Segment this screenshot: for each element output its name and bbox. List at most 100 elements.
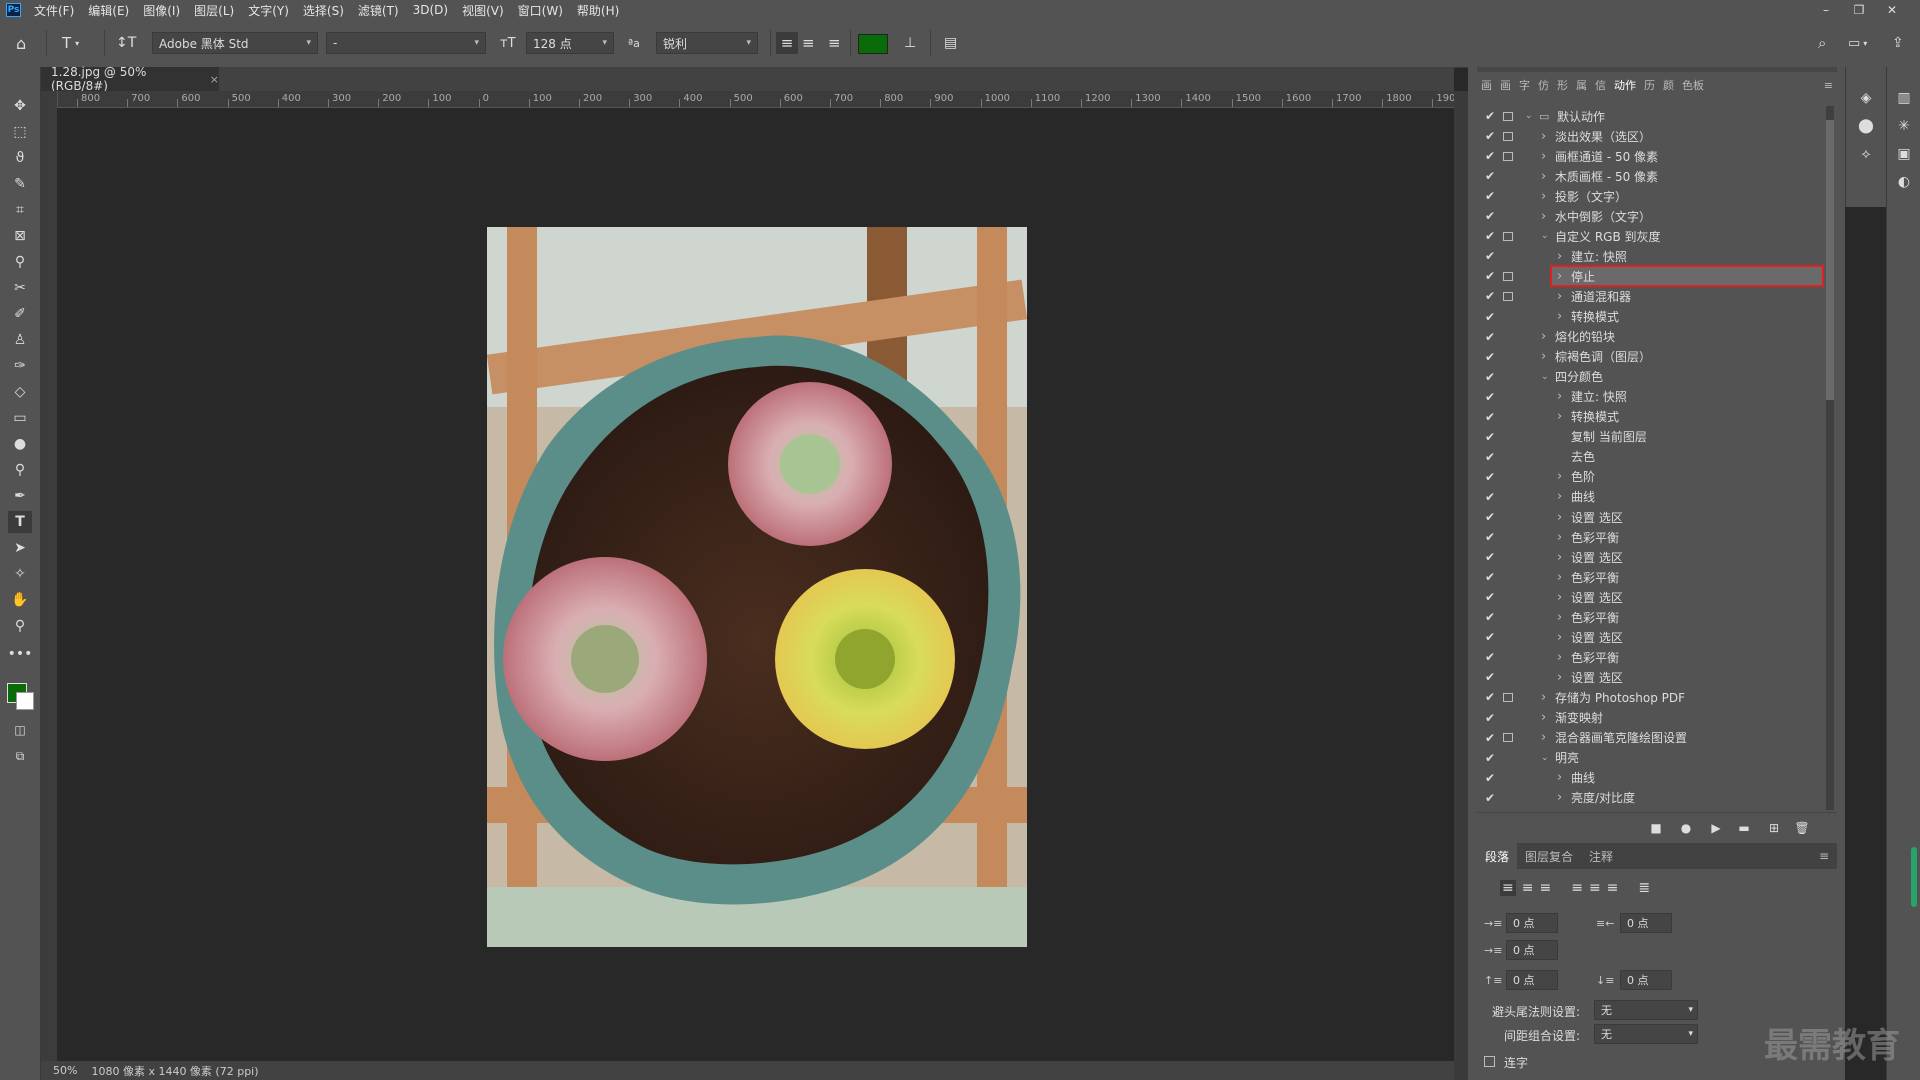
canvas-scrollbar[interactable]: [1454, 91, 1468, 1080]
check-icon[interactable]: ✔: [1483, 570, 1497, 584]
align-right-icon[interactable]: ≡: [828, 32, 841, 54]
chevron-down-icon[interactable]: ⌄: [1541, 372, 1549, 382]
check-icon[interactable]: ✔: [1483, 590, 1497, 604]
menu-edit[interactable]: 编辑(E): [81, 2, 136, 19]
check-icon[interactable]: ✔: [1483, 530, 1497, 544]
check-icon[interactable]: ✔: [1483, 610, 1497, 624]
check-icon[interactable]: ✔: [1483, 791, 1497, 805]
screen-mode-icon[interactable]: ⧉: [8, 745, 32, 767]
chevron-right-icon[interactable]: ›: [1557, 269, 1562, 284]
chevron-right-icon[interactable]: ›: [1541, 329, 1546, 344]
check-icon[interactable]: ✔: [1483, 751, 1497, 765]
check-icon[interactable]: ✔: [1483, 129, 1497, 143]
check-icon[interactable]: ✔: [1483, 149, 1497, 163]
paths-icon[interactable]: ⟡: [1855, 143, 1877, 165]
warp-text-icon[interactable]: ⊥: [904, 32, 916, 54]
indent-first-line-field[interactable]: 0 点: [1506, 940, 1558, 960]
text-color-swatch[interactable]: [858, 34, 888, 54]
chevron-right-icon[interactable]: ›: [1557, 570, 1562, 585]
tab-brush-settings[interactable]: 画: [1496, 77, 1515, 93]
dialog-toggle-icon[interactable]: [1503, 733, 1513, 743]
check-icon[interactable]: ✔: [1483, 690, 1497, 704]
chevron-right-icon[interactable]: ›: [1557, 550, 1562, 565]
chevron-right-icon[interactable]: ›: [1541, 349, 1546, 364]
action-row[interactable]: ✔ › 存储为 Photoshop PDF: [1477, 687, 1825, 707]
action-row[interactable]: ✔ › 曲线: [1477, 768, 1825, 788]
action-row[interactable]: ✔ › 设置 选区: [1477, 547, 1825, 567]
chevron-right-icon[interactable]: ›: [1541, 189, 1546, 204]
action-row[interactable]: ✔ › 水中倒影（文字）: [1477, 206, 1825, 226]
succulent-photo[interactable]: [487, 227, 1027, 947]
dialog-toggle-icon[interactable]: [1503, 231, 1513, 241]
tab-swatches[interactable]: 色板: [1678, 77, 1708, 93]
chevron-right-icon[interactable]: ›: [1557, 409, 1562, 424]
action-row[interactable]: ✔ › 淡出效果（选区）: [1477, 126, 1825, 146]
search-icon[interactable]: ⌕: [1818, 32, 1826, 54]
quick-mask-icon[interactable]: ◫: [8, 719, 32, 741]
hand-tool-icon[interactable]: ✋: [8, 589, 32, 611]
action-row[interactable]: ✔ › 设置 选区: [1477, 587, 1825, 607]
dialog-toggle-icon[interactable]: [1503, 151, 1513, 161]
crop-tool-icon[interactable]: ⌗: [8, 199, 32, 221]
hyphenate-checkbox[interactable]: [1484, 1056, 1495, 1067]
action-row[interactable]: ✔ › 建立: 快照: [1477, 387, 1825, 407]
check-icon[interactable]: ✔: [1483, 109, 1497, 123]
chevron-right-icon[interactable]: ›: [1557, 610, 1562, 625]
tab-properties[interactable]: 属: [1572, 77, 1591, 93]
check-icon[interactable]: ✔: [1483, 370, 1497, 384]
restore-button[interactable]: ❐: [1843, 0, 1875, 20]
more-tools-icon[interactable]: •••: [8, 643, 33, 665]
chevron-right-icon[interactable]: ›: [1557, 510, 1562, 525]
menu-window[interactable]: 窗口(W): [511, 2, 570, 19]
chevron-right-icon[interactable]: ›: [1557, 590, 1562, 605]
action-row[interactable]: ✔ › 木质画框 - 50 像素: [1477, 166, 1825, 186]
antialias-dropdown[interactable]: 锐利 ▾: [656, 32, 758, 54]
chevron-right-icon[interactable]: ›: [1557, 650, 1562, 665]
align-center-icon[interactable]: ≡: [1522, 880, 1534, 896]
check-icon[interactable]: ✔: [1483, 771, 1497, 785]
quick-selection-tool-icon[interactable]: ✎: [8, 173, 32, 195]
close-button[interactable]: ✕: [1876, 0, 1908, 20]
justify-last-right-icon[interactable]: ≡: [1607, 880, 1619, 896]
tab-actions[interactable]: 动作: [1610, 77, 1640, 93]
action-row[interactable]: ✔ › 设置 选区: [1477, 507, 1825, 527]
chevron-down-icon[interactable]: ⌄: [1541, 753, 1549, 763]
menu-type[interactable]: 文字(Y): [241, 2, 296, 19]
action-row[interactable]: ✔ 去色: [1477, 447, 1825, 467]
check-icon[interactable]: ✔: [1483, 189, 1497, 203]
check-icon[interactable]: ✔: [1483, 209, 1497, 223]
action-row[interactable]: ✔ › 建立: 快照: [1477, 246, 1825, 266]
workspace-icon[interactable]: ▭ ▾: [1848, 32, 1867, 54]
menu-help[interactable]: 帮助(H): [570, 2, 626, 19]
healing-brush-tool-icon[interactable]: ✂: [8, 277, 32, 299]
indent-left-field[interactable]: 0 点: [1506, 913, 1558, 933]
dialog-toggle-icon[interactable]: [1503, 692, 1513, 702]
layers-icon[interactable]: ◈: [1855, 87, 1877, 109]
align-right-icon[interactable]: ≡: [1539, 880, 1551, 896]
eyedropper-tool-icon[interactable]: ⚲: [8, 251, 32, 273]
check-icon[interactable]: ✔: [1483, 410, 1497, 424]
chevron-right-icon[interactable]: ›: [1557, 670, 1562, 685]
action-row[interactable]: ✔ › 棕褐色调（图层）: [1477, 347, 1825, 367]
minimize-button[interactable]: –: [1810, 0, 1842, 20]
navigator-icon[interactable]: ✳: [1893, 115, 1915, 137]
menu-view[interactable]: 视图(V): [455, 2, 511, 19]
close-tab-icon[interactable]: ×: [210, 73, 219, 86]
frame-tool-icon[interactable]: ⊠: [8, 225, 32, 247]
channels-icon[interactable]: ⬤: [1855, 115, 1877, 137]
delete-icon[interactable]: 🗑: [1793, 819, 1811, 837]
action-row[interactable]: ✔ › 停止: [1477, 266, 1825, 286]
type-tool-icon[interactable]: T: [8, 511, 32, 533]
toggle-text-orientation-icon[interactable]: ↕T: [116, 32, 136, 54]
check-icon[interactable]: ✔: [1483, 650, 1497, 664]
justify-all-icon[interactable]: ≣: [1638, 880, 1650, 896]
move-tool-icon[interactable]: ✥: [8, 95, 32, 117]
libraries-icon[interactable]: ▣: [1893, 143, 1915, 165]
menu-file[interactable]: 文件(F): [27, 2, 81, 19]
justify-last-left-icon[interactable]: ≡: [1571, 880, 1583, 896]
marquee-tool-icon[interactable]: ⬚: [8, 121, 32, 143]
check-icon[interactable]: ✔: [1483, 470, 1497, 484]
chevron-right-icon[interactable]: ›: [1541, 730, 1546, 745]
action-row[interactable]: ✔ › 色彩平衡: [1477, 527, 1825, 547]
menu-image[interactable]: 图像(I): [136, 2, 187, 19]
